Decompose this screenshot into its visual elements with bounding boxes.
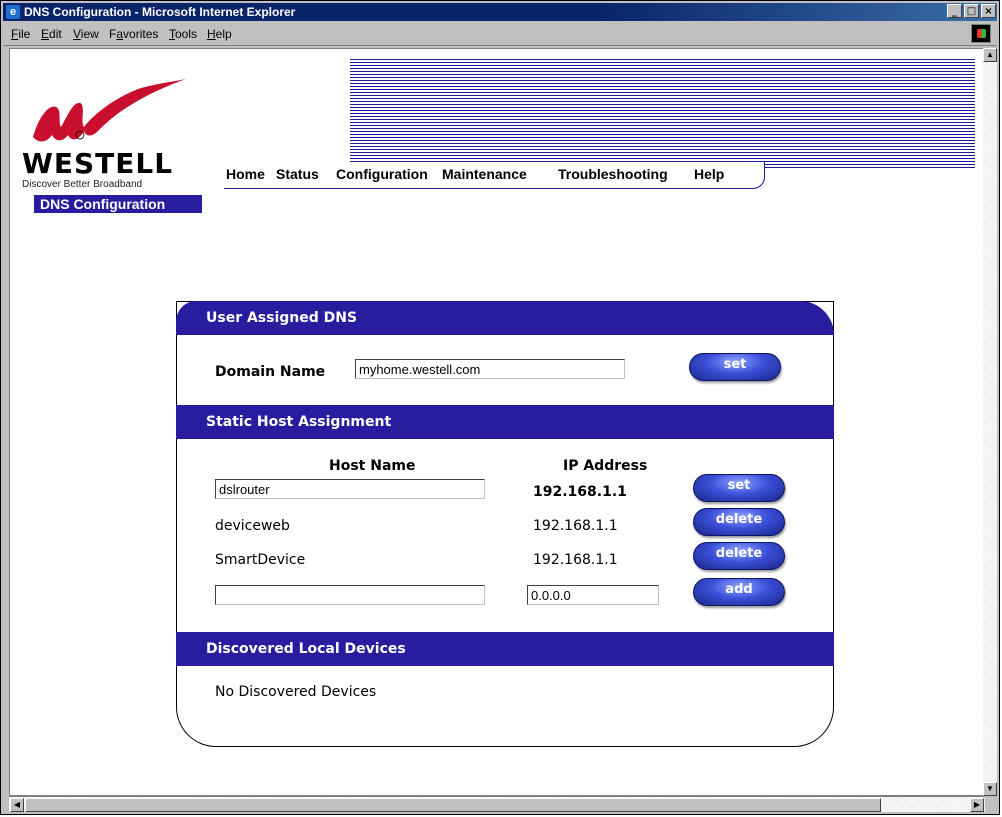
static-host-header: Static Host Assignment <box>176 405 834 439</box>
ip-address-row-1: 192.168.1.1 <box>533 484 627 500</box>
new-ip-address-input[interactable] <box>527 585 659 605</box>
menu-tools[interactable]: Tools <box>169 27 197 41</box>
brand-tagline: Discover Better Broadband <box>22 179 143 190</box>
no-devices-text: No Discovered Devices <box>215 684 377 700</box>
minimize-button[interactable]: _ <box>947 4 962 18</box>
discovered-devices-header: Discovered Local Devices <box>176 632 834 666</box>
new-host-name-input[interactable] <box>215 585 485 605</box>
nav-status[interactable]: Status <box>276 166 319 182</box>
nav-help[interactable]: Help <box>694 166 724 182</box>
scroll-down-arrow-icon[interactable]: ▼ <box>983 782 997 796</box>
delete-button-row-3[interactable]: delete <box>693 542 785 570</box>
ie-app-icon: e <box>6 5 20 19</box>
scroll-up-arrow-icon[interactable]: ▲ <box>983 48 997 62</box>
scroll-left-arrow-icon[interactable]: ◀ <box>10 798 24 812</box>
ip-address-row-3: 192.168.1.1 <box>533 552 618 568</box>
menu-view[interactable]: View <box>73 27 99 41</box>
nav-home[interactable]: Home <box>226 166 265 182</box>
host-name-row-2: deviceweb <box>215 518 290 534</box>
menu-bar: File Edit View Favorites Tools Help <box>3 23 997 46</box>
scroll-right-arrow-icon[interactable]: ▶ <box>970 798 984 812</box>
menu-file[interactable]: File <box>11 27 30 41</box>
page-title: DNS Configuration <box>34 195 202 213</box>
add-host-button[interactable]: add <box>693 578 785 606</box>
menu-favorites[interactable]: Favorites <box>109 27 158 41</box>
horizontal-scroll-thumb[interactable] <box>25 798 881 812</box>
windows-logo-icon <box>971 24 991 43</box>
user-dns-title: User Assigned DNS <box>206 310 358 326</box>
header-stripes <box>350 59 975 169</box>
host-name-row-3: SmartDevice <box>215 552 306 568</box>
westell-logo-icon <box>33 79 186 142</box>
vertical-scrollbar[interactable]: ▲ ▼ <box>983 48 997 796</box>
window-title: DNS Configuration - Microsoft Internet E… <box>24 5 296 19</box>
nav-configuration[interactable]: Configuration <box>336 166 428 182</box>
title-bar: e DNS Configuration - Microsoft Internet… <box>3 3 997 21</box>
close-button[interactable]: × <box>981 4 996 18</box>
nav-maintenance[interactable]: Maintenance <box>442 166 527 182</box>
static-host-title: Static Host Assignment <box>206 414 392 430</box>
page-viewport: WESTELL Discover Better Broadband Home S… <box>9 48 985 796</box>
menu-help[interactable]: Help <box>207 27 232 41</box>
host-name-input-row-1[interactable] <box>215 479 485 499</box>
maximize-button[interactable]: □ <box>964 4 979 18</box>
ip-address-column-header: IP Address <box>563 458 648 474</box>
delete-button-row-2[interactable]: delete <box>693 508 785 536</box>
dns-panel: User Assigned DNS Domain Name set Static… <box>176 301 834 747</box>
discovered-devices-title: Discovered Local Devices <box>206 641 406 657</box>
ip-address-row-2: 192.168.1.1 <box>533 518 618 534</box>
main-nav: Home Status Configuration Maintenance Tr… <box>224 162 765 189</box>
host-set-button[interactable]: set <box>693 474 785 502</box>
brand-name: WESTELL <box>22 147 174 180</box>
domain-set-button[interactable]: set <box>689 353 781 381</box>
user-dns-header: User Assigned DNS <box>176 301 834 335</box>
host-name-column-header: Host Name <box>329 458 416 474</box>
nav-troubleshooting[interactable]: Troubleshooting <box>558 166 668 182</box>
browser-window: e DNS Configuration - Microsoft Internet… <box>0 0 1000 815</box>
horizontal-scrollbar[interactable]: ◀ ▶ <box>9 796 985 812</box>
menu-edit[interactable]: Edit <box>41 27 62 41</box>
domain-name-input[interactable] <box>355 359 625 379</box>
domain-name-label: Domain Name <box>215 364 326 380</box>
